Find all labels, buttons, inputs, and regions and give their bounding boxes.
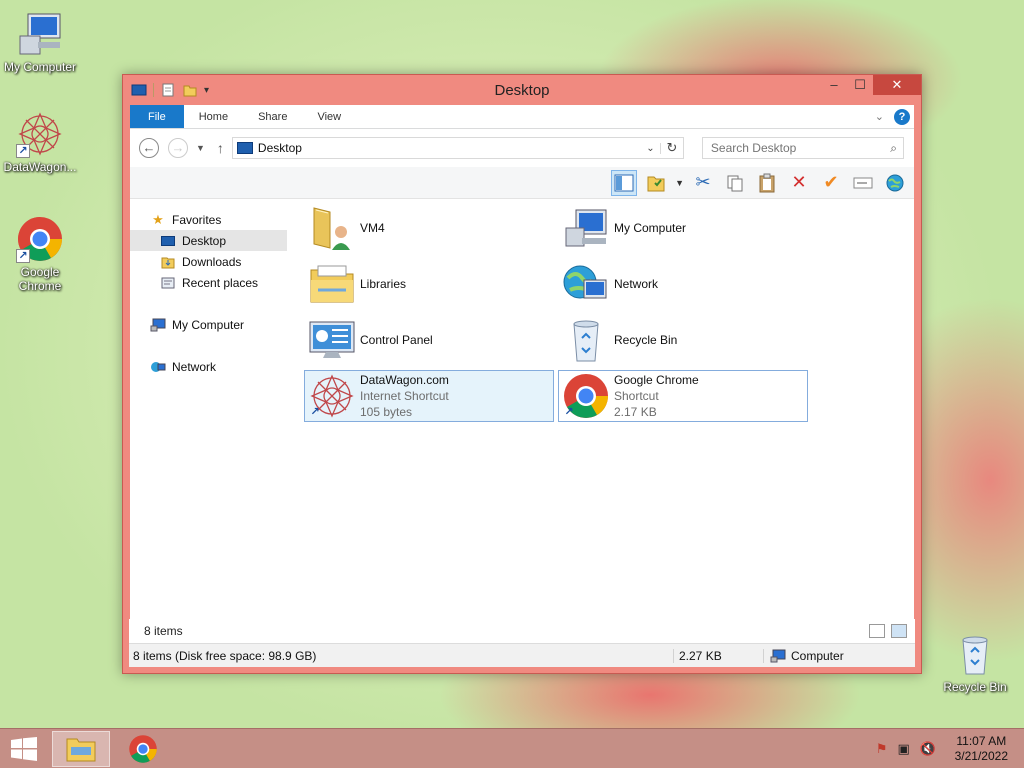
title-bar[interactable]: ▾ Desktop – ☐ ✕: [123, 75, 921, 105]
network-status-icon[interactable]: ▣: [898, 741, 910, 757]
start-button[interactable]: [10, 737, 38, 761]
item-type: Internet Shortcut: [360, 389, 449, 403]
control-panel-icon: [308, 316, 356, 364]
taskbar-file-explorer[interactable]: [52, 731, 110, 767]
recycle-bin-icon: [951, 630, 999, 678]
libraries-folder-icon: [308, 260, 356, 308]
desktop-icon-label: My Computer: [3, 60, 77, 74]
window-title: Desktop: [494, 82, 550, 99]
desktop-icon-label: Google Chrome: [18, 265, 62, 293]
file-list: VM4 My Computer Libraries Network Contro…: [129, 198, 915, 643]
windows-logo-icon: [11, 737, 37, 761]
command-toolbar: ▼ ✂ ✕ ✔: [130, 167, 914, 199]
address-dropdown-icon[interactable]: ⌄: [641, 142, 661, 154]
file-item-vm4[interactable]: VM4: [304, 202, 554, 254]
shortcut-arrow-icon: ↗: [564, 406, 574, 418]
search-icon[interactable]: ⌕: [890, 141, 897, 156]
shortcut-arrow-icon: ↗: [16, 249, 30, 263]
item-type: Shortcut: [614, 389, 659, 403]
address-bar-row: ← → ▼ ↑ Desktop ⌄ ↻ ⌕: [130, 129, 914, 167]
clock-time: 11:07 AM: [956, 734, 1007, 748]
cut-icon[interactable]: ✂: [690, 170, 716, 196]
chrome-icon: ↗: [562, 372, 610, 420]
taskbar: ⚑ ▣ 🔇 11:07 AM 3/21/2022: [0, 728, 1024, 768]
clock[interactable]: 11:07 AM 3/21/2022: [955, 734, 1008, 764]
delete-icon[interactable]: ✕: [786, 170, 812, 196]
ribbon-tabs: File Home Share View ⌄ ?: [130, 105, 914, 129]
item-name: VM4: [360, 221, 385, 235]
desktop-icon-label: Recycle Bin: [943, 680, 1007, 694]
file-item-libraries[interactable]: Libraries: [304, 258, 554, 310]
minimize-button[interactable]: –: [821, 75, 847, 95]
chrome-icon: [129, 735, 157, 763]
checkmark-icon[interactable]: ✔: [818, 170, 844, 196]
user-folder-icon: [308, 204, 356, 252]
clock-date: 3/21/2022: [954, 749, 1008, 763]
datawagon-logo-icon: ↗: [16, 110, 64, 158]
address-text: Desktop: [257, 141, 302, 155]
item-name: Control Panel: [360, 333, 433, 347]
search-box[interactable]: ⌕: [701, 137, 904, 159]
item-size: 2.17 KB: [614, 405, 657, 419]
item-name: Google Chrome: [614, 373, 699, 387]
tab-share[interactable]: Share: [243, 105, 302, 128]
recent-locations-icon[interactable]: ▼: [196, 143, 205, 153]
file-item-my-computer[interactable]: My Computer: [558, 202, 808, 254]
file-item-recycle-bin[interactable]: Recycle Bin: [558, 314, 808, 366]
volume-muted-icon[interactable]: 🔇: [920, 741, 936, 757]
file-item-control-panel[interactable]: Control Panel: [304, 314, 554, 366]
item-size: 105 bytes: [360, 405, 413, 419]
tab-home[interactable]: Home: [184, 105, 243, 128]
address-field[interactable]: Desktop ⌄ ↻: [231, 137, 684, 159]
item-name: Recycle Bin: [614, 333, 678, 347]
item-name: Libraries: [360, 277, 407, 291]
tab-file[interactable]: File: [130, 105, 184, 128]
dropdown-arrow-icon[interactable]: ▼: [675, 178, 684, 188]
chrome-icon: ↗: [16, 215, 64, 263]
desktop-icon-google-chrome[interactable]: ↗ Google Chrome: [0, 215, 80, 293]
help-icon[interactable]: ?: [894, 108, 910, 125]
shortcut-arrow-icon: ↗: [16, 144, 30, 158]
expand-ribbon-icon[interactable]: ⌄: [875, 110, 884, 123]
desktop-icon: [236, 142, 253, 154]
search-input[interactable]: [710, 141, 881, 155]
file-item-datawagon[interactable]: ↗ DataWagon.com Internet Shortcut 105 by…: [304, 370, 554, 422]
globe-icon[interactable]: [882, 170, 908, 196]
properties-folder-icon[interactable]: [643, 170, 669, 196]
recycle-bin-icon: [562, 316, 610, 364]
file-item-network[interactable]: Network: [558, 258, 808, 310]
item-name: My Computer: [614, 221, 687, 235]
preview-pane-button[interactable]: [611, 169, 638, 196]
forward-button[interactable]: →: [168, 138, 188, 158]
shortcut-arrow-icon: ↗: [310, 406, 320, 418]
desktop-icon-my-computer[interactable]: My Computer: [0, 10, 80, 74]
file-item-google-chrome[interactable]: ↗ Google Chrome Shortcut 2.17 KB: [558, 370, 808, 422]
rename-icon[interactable]: [850, 170, 876, 196]
item-name: Network: [614, 277, 659, 291]
computer-icon: [562, 204, 610, 252]
up-arrow-icon[interactable]: ↑: [217, 140, 224, 156]
copy-icon[interactable]: [722, 170, 748, 196]
system-tray: ⚑ ▣ 🔇: [876, 741, 936, 757]
tab-view[interactable]: View: [302, 105, 356, 128]
item-name: DataWagon.com: [360, 373, 449, 387]
paste-icon[interactable]: [754, 170, 780, 196]
action-center-flag-icon[interactable]: ⚑: [876, 741, 888, 757]
back-button[interactable]: ←: [139, 138, 159, 158]
maximize-button[interactable]: ☐: [847, 75, 873, 95]
computer-icon: [16, 10, 64, 58]
datawagon-logo-icon: ↗: [308, 372, 356, 420]
desktop-icon-datawagon[interactable]: ↗ DataWagon...: [0, 110, 80, 174]
close-button[interactable]: ✕: [873, 75, 921, 95]
taskbar-google-chrome[interactable]: [114, 731, 172, 767]
desktop-icon-label: DataWagon...: [3, 160, 77, 174]
desktop-icon-recycle-bin[interactable]: Recycle Bin: [935, 630, 1015, 694]
refresh-icon[interactable]: ↻: [661, 140, 683, 156]
network-icon: [562, 260, 610, 308]
file-explorer-icon: [66, 738, 96, 762]
